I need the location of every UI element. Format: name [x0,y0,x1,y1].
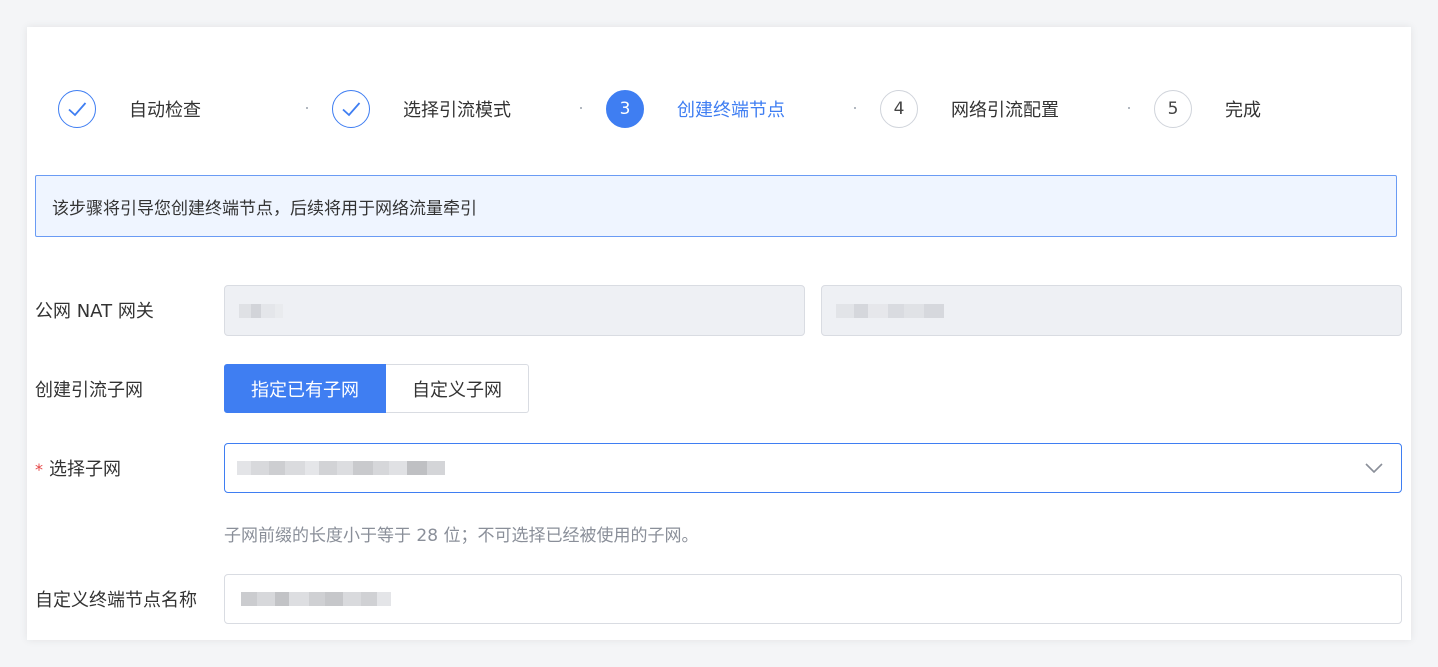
step-finish: 5 完成 [1154,89,1261,129]
step-3-number: 3 [606,90,644,128]
nat-gateway-name-field [224,285,805,336]
step-network-config: 4 网络引流配置 [880,89,1059,129]
step-divider [854,107,856,109]
nat-gateway-label: 公网 NAT 网关 [35,301,154,322]
redacted-value [241,592,391,606]
existing-subnet-button[interactable]: 指定已有子网 [224,364,386,413]
chevron-down-icon[interactable] [1365,463,1383,473]
notice-text: 该步骤将引导您创建终端节点，后续将用于网络流量牵引 [52,198,477,219]
step-2-check-icon [332,90,370,128]
step-select-mode: 选择引流模式 [332,89,511,129]
select-subnet-label-text: 选择子网 [49,459,121,480]
step-1-label: 自动检查 [129,100,201,121]
step-3-label: 创建终端节点 [677,100,785,121]
endpoint-name-label: 自定义终端节点名称 [35,590,197,611]
create-subnet-label: 创建引流子网 [35,380,143,401]
step-divider [306,107,308,109]
step-4-number: 4 [880,90,918,128]
select-subnet-label: * 选择子网 [35,455,121,481]
info-notice: 该步骤将引导您创建终端节点，后续将用于网络流量牵引 [35,175,1397,237]
required-mark: * [35,460,43,479]
redacted-value [239,303,283,318]
redacted-value [237,461,445,475]
step-4-label: 网络引流配置 [951,100,1059,121]
step-5-label: 完成 [1225,100,1261,121]
subnet-hint: 子网前缀的长度小于等于 28 位；不可选择已经被使用的子网。 [224,526,699,546]
step-divider [1128,107,1130,109]
step-create-endpoint: 3 创建终端节点 [606,89,785,129]
step-auto-check: 自动检查 [58,89,201,129]
step-2-label: 选择引流模式 [403,100,511,121]
step-1-check-icon [58,90,96,128]
subnet-mode-toggle: 指定已有子网 自定义子网 [224,364,529,413]
custom-subnet-button[interactable]: 自定义子网 [386,364,529,413]
endpoint-name-input[interactable] [224,574,1402,624]
step-divider [580,107,582,109]
create-endpoint-card: 自动检查 选择引流模式 3 创建终端节点 4 网络引流配置 5 完成 该步骤将引… [27,27,1411,640]
redacted-value [836,303,944,318]
step-5-number: 5 [1154,90,1192,128]
nat-gateway-id-field [821,285,1402,336]
subnet-select[interactable] [224,443,1402,493]
